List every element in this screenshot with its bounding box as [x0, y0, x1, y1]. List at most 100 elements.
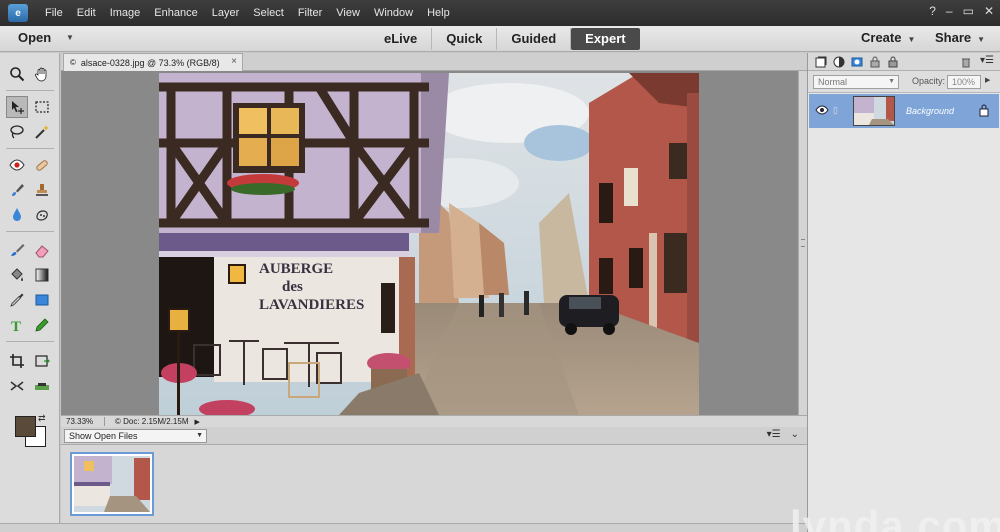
zoom-readout[interactable]: 73.33%	[61, 417, 105, 426]
help-icon[interactable]: ?	[929, 4, 936, 18]
close-tab-icon[interactable]: ×	[231, 56, 237, 67]
spot-healing-tool-icon[interactable]	[31, 154, 53, 176]
document-tab-label: alsace-0328.jpg @ 73.3% (RGB/8)	[80, 57, 220, 68]
app-window: e File Edit Image Enhance Layer Select F…	[0, 0, 1000, 532]
menu-filter[interactable]: Filter	[291, 7, 329, 19]
panel-menu-icon[interactable]: ▾☰	[767, 429, 781, 440]
document-size-readout[interactable]: © Doc: 2.15M/2.15M	[105, 417, 189, 426]
scrollbar-grip-icon[interactable]	[801, 239, 805, 247]
close-icon[interactable]: ✕	[984, 4, 994, 18]
create-label: Create	[861, 30, 902, 45]
red-eye-tool-icon[interactable]	[6, 154, 28, 176]
document-tab[interactable]: © alsace-0328.jpg @ 73.3% (RGB/8) ×	[63, 53, 243, 71]
move-tool-icon[interactable]	[6, 96, 28, 118]
tab-guided[interactable]: Guided	[497, 28, 572, 50]
delete-layer-icon[interactable]	[960, 56, 972, 68]
thumbnail-image	[74, 456, 150, 512]
document-tab-strip: © alsace-0328.jpg @ 73.3% (RGB/8) ×	[61, 53, 807, 71]
layer-link-icon[interactable]: ▯	[833, 105, 838, 116]
photo-illustration: AUBERGE des LAVANDIERES	[159, 73, 699, 415]
menu-select[interactable]: Select	[246, 7, 291, 19]
photo-bin-thumbnail[interactable]	[70, 452, 154, 516]
status-menu-icon[interactable]: ▶	[195, 418, 200, 426]
canvas-vertical-scrollbar[interactable]	[798, 71, 807, 415]
document-size-text: Doc: 2.15M/2.15M	[123, 417, 189, 426]
opacity-slider-toggle-icon[interactable]: ▶	[985, 76, 990, 84]
chevron-down-icon: ▼	[196, 432, 203, 439]
hand-tool-icon[interactable]	[31, 63, 53, 85]
menu-help[interactable]: Help	[420, 7, 457, 19]
menu-image[interactable]: Image	[103, 7, 148, 19]
clone-stamp-tool-icon[interactable]	[31, 179, 53, 201]
create-button[interactable]: Create ▼	[861, 30, 915, 45]
pencil-tool-icon[interactable]	[31, 314, 53, 336]
sign-text-lavandieres: LAVANDIERES	[259, 297, 364, 313]
layer-mask-icon[interactable]	[851, 56, 863, 68]
lock-all-icon[interactable]	[887, 56, 899, 68]
type-tool-icon[interactable]: T	[6, 314, 28, 336]
create-dropdown-icon: ▼	[907, 35, 916, 44]
tab-elive[interactable]: eLive	[370, 28, 433, 50]
zoom-tool-icon[interactable]	[6, 63, 28, 85]
foreground-color-swatch[interactable]	[15, 416, 36, 437]
gradient-tool-icon[interactable]	[31, 264, 53, 286]
menu-file[interactable]: File	[38, 7, 70, 19]
eyedropper-tool-icon[interactable]	[6, 289, 28, 311]
minimize-icon[interactable]: –	[946, 4, 953, 18]
layers-toolbar: ▾☰	[808, 53, 1000, 71]
eraser-tool-icon[interactable]	[31, 239, 53, 261]
visibility-eye-icon[interactable]	[815, 105, 829, 115]
menu-enhance[interactable]: Enhance	[147, 7, 204, 19]
adjustment-layer-icon[interactable]	[833, 56, 845, 68]
opacity-label: Opacity:	[912, 76, 946, 86]
opacity-input[interactable]: 100%	[947, 75, 981, 89]
sponge-tool-icon[interactable]	[31, 204, 53, 226]
share-label: Share	[935, 30, 972, 45]
new-layer-icon[interactable]	[815, 56, 827, 68]
layer-name: Background	[906, 106, 955, 116]
layer-lock-icon	[979, 104, 989, 117]
menu-view[interactable]: View	[329, 7, 367, 19]
blend-options-row: Normal ▼ Opacity: 100% ▶	[808, 71, 1000, 93]
blend-mode-select[interactable]: Normal ▼	[813, 75, 899, 89]
straighten-tool-icon[interactable]	[31, 375, 53, 397]
content-aware-move-tool-icon[interactable]	[6, 375, 28, 397]
share-button[interactable]: Share ▼	[935, 30, 985, 45]
menu-layer[interactable]: Layer	[205, 7, 247, 19]
blend-mode-value: Normal	[818, 77, 848, 87]
sign-text-des: des	[282, 279, 303, 295]
smart-brush-tool-icon[interactable]	[6, 179, 28, 201]
tab-expert[interactable]: Expert	[571, 28, 640, 50]
shape-tool-icon[interactable]	[31, 289, 53, 311]
crop-tool-icon[interactable]	[6, 350, 28, 372]
photo-bin-header: Show Open Files ▼ ▾☰ ⌄	[61, 427, 807, 445]
layer-thumbnail	[853, 96, 895, 126]
layer-item-background[interactable]: ▯ Background	[809, 94, 999, 128]
brush-tool-icon[interactable]	[6, 239, 28, 261]
document-photo[interactable]: AUBERGE des LAVANDIERES	[159, 73, 699, 415]
app-logo-icon: e	[8, 4, 28, 22]
photo-bin-selector[interactable]: Show Open Files ▼	[64, 429, 207, 443]
open-button[interactable]: Open	[18, 30, 51, 45]
photo-bin	[61, 445, 807, 523]
marquee-tool-icon[interactable]	[31, 96, 53, 118]
recompose-tool-icon[interactable]	[31, 350, 53, 372]
tab-quick[interactable]: Quick	[432, 28, 498, 50]
magic-wand-tool-icon[interactable]	[31, 121, 53, 143]
swap-colors-icon[interactable]: ⇄	[38, 413, 46, 424]
photo-bin-selector-value: Show Open Files	[69, 431, 138, 441]
paint-bucket-tool-icon[interactable]	[6, 264, 28, 286]
maximize-icon[interactable]: ▭	[963, 4, 974, 18]
open-dropdown-icon[interactable]: ▼	[66, 33, 74, 42]
lasso-tool-icon[interactable]	[6, 121, 28, 143]
collapse-bin-icon[interactable]: ⌄	[791, 429, 799, 440]
menu-edit[interactable]: Edit	[70, 7, 103, 19]
info-icon: ©	[115, 417, 124, 426]
menu-window[interactable]: Window	[367, 7, 420, 19]
panel-menu-icon[interactable]: ▾☰	[980, 55, 994, 66]
blur-tool-icon[interactable]	[6, 204, 28, 226]
toolbox: T ⇄	[0, 53, 60, 532]
lock-transparency-icon[interactable]	[869, 56, 881, 68]
image-canvas[interactable]: AUBERGE des LAVANDIERES	[61, 71, 798, 415]
watermark-text: lynda.com	[790, 502, 1000, 532]
